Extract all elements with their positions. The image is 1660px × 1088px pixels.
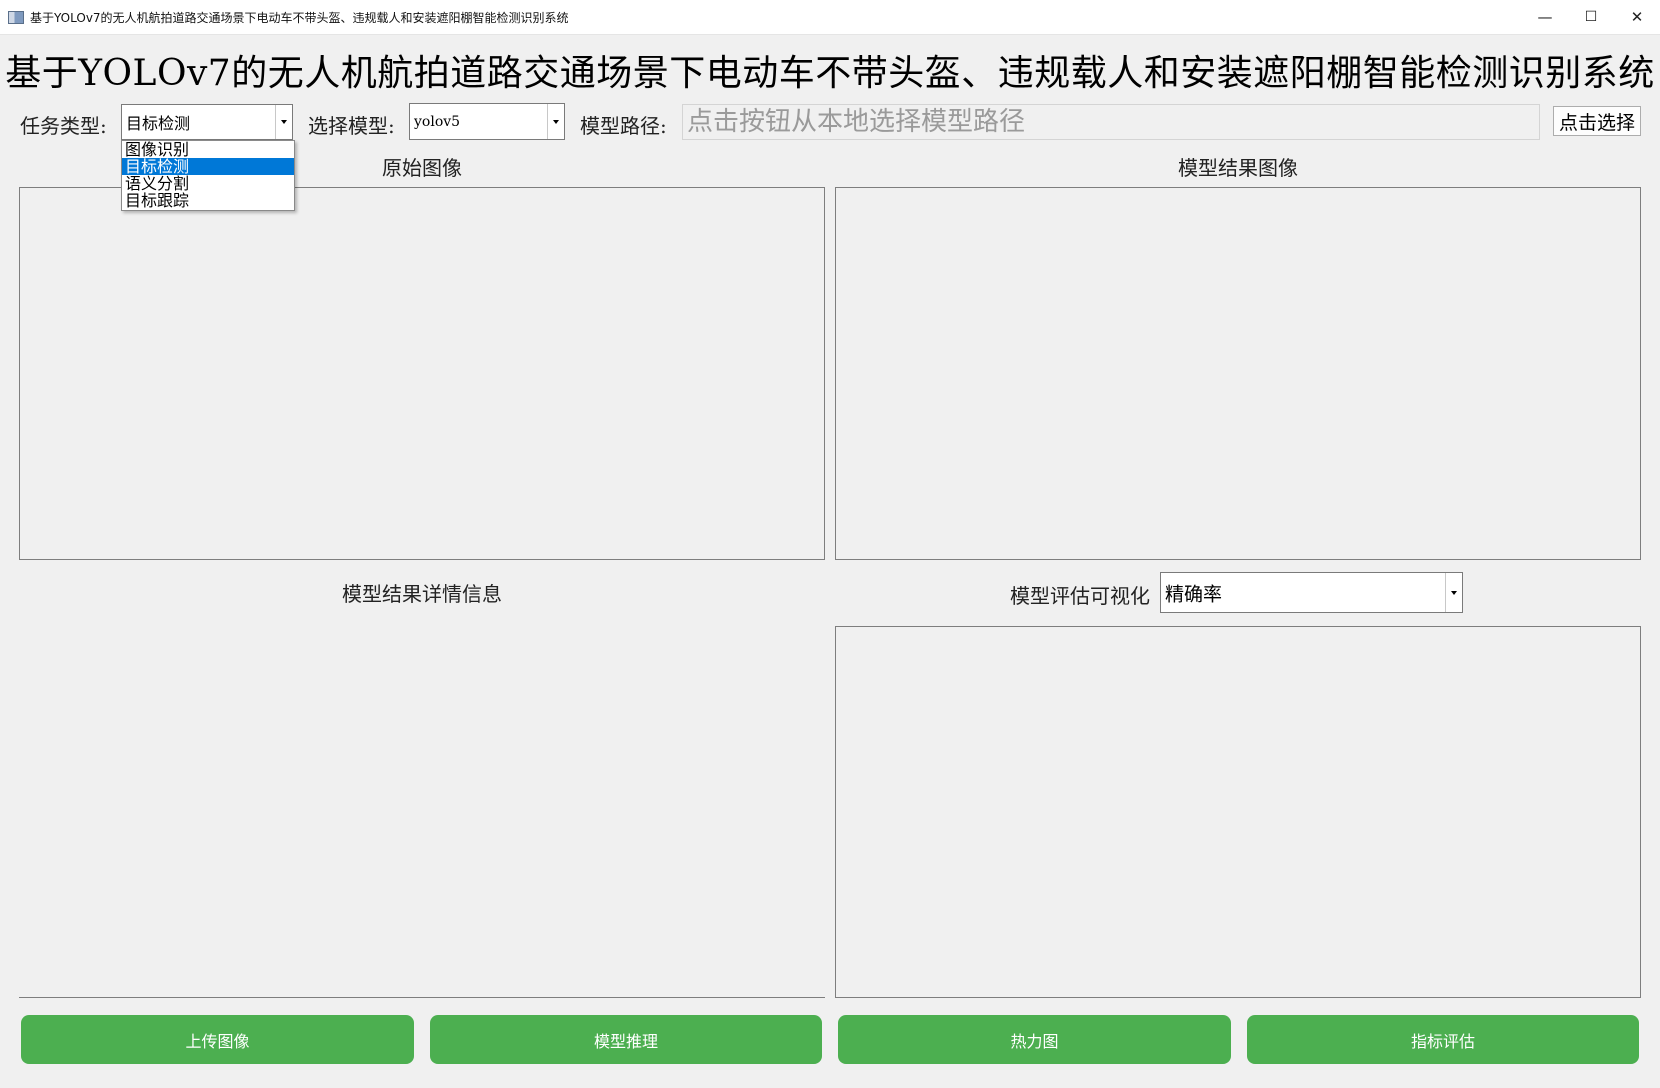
model-path-input[interactable]: 点击按钮从本地选择模型路径: [682, 104, 1540, 140]
page-title: 基于YOLOv7的无人机航拍道路交通场景下电动车不带头盔、违规载人和安装遮阳棚智…: [5, 53, 1655, 94]
window-controls: — ☐ ✕: [1522, 0, 1660, 34]
chevron-down-icon[interactable]: [1445, 573, 1462, 612]
app-icon: [8, 10, 24, 24]
window-title: 基于YOLOv7的无人机航拍道路交通场景下电动车不带头盔、违规载人和安装遮阳棚智…: [30, 10, 569, 25]
model-value: yolov5: [414, 113, 461, 130]
result-image-panel: [835, 187, 1641, 560]
result-details-title: 模型结果详情信息: [342, 582, 502, 606]
eval-visualization-title: 模型评估可视化: [1010, 584, 1150, 608]
upload-image-button[interactable]: 上传图像: [21, 1015, 414, 1064]
eval-metric-select[interactable]: 精确率: [1160, 572, 1463, 613]
chevron-down-icon[interactable]: [547, 104, 564, 139]
heatmap-button[interactable]: 热力图: [838, 1015, 1231, 1064]
dropdown-option-selected[interactable]: 目标检测: [122, 158, 294, 175]
model-inference-button[interactable]: 模型推理: [430, 1015, 822, 1064]
maximize-icon[interactable]: ☐: [1568, 0, 1614, 34]
model-select[interactable]: yolov5: [409, 103, 565, 140]
result-details-panel: [19, 626, 825, 998]
task-type-value: 目标检测: [126, 114, 191, 133]
dropdown-option[interactable]: 语义分割: [122, 175, 294, 192]
minimize-icon[interactable]: —: [1522, 0, 1568, 34]
chevron-down-icon[interactable]: [275, 105, 292, 139]
model-path-label: 模型路径:: [580, 114, 667, 138]
task-type-label: 任务类型:: [20, 114, 107, 138]
dropdown-option[interactable]: 图像识别: [122, 141, 294, 158]
model-select-label: 选择模型:: [308, 114, 395, 138]
task-type-select[interactable]: 目标检测: [121, 104, 293, 140]
eval-metric-value: 精确率: [1165, 583, 1223, 605]
result-image-title: 模型结果图像: [1178, 156, 1298, 180]
task-type-dropdown-list: 图像识别 目标检测 语义分割 目标跟踪: [121, 140, 295, 211]
eval-visualization-panel: [835, 626, 1641, 998]
metric-evaluation-button[interactable]: 指标评估: [1247, 1015, 1639, 1064]
close-icon[interactable]: ✕: [1614, 0, 1660, 34]
original-image-panel: [19, 187, 825, 560]
window-titlebar: 基于YOLOv7的无人机航拍道路交通场景下电动车不带头盔、违规载人和安装遮阳棚智…: [0, 0, 1660, 35]
select-path-button[interactable]: 点击选择: [1553, 106, 1641, 136]
dropdown-option[interactable]: 目标跟踪: [122, 192, 294, 209]
